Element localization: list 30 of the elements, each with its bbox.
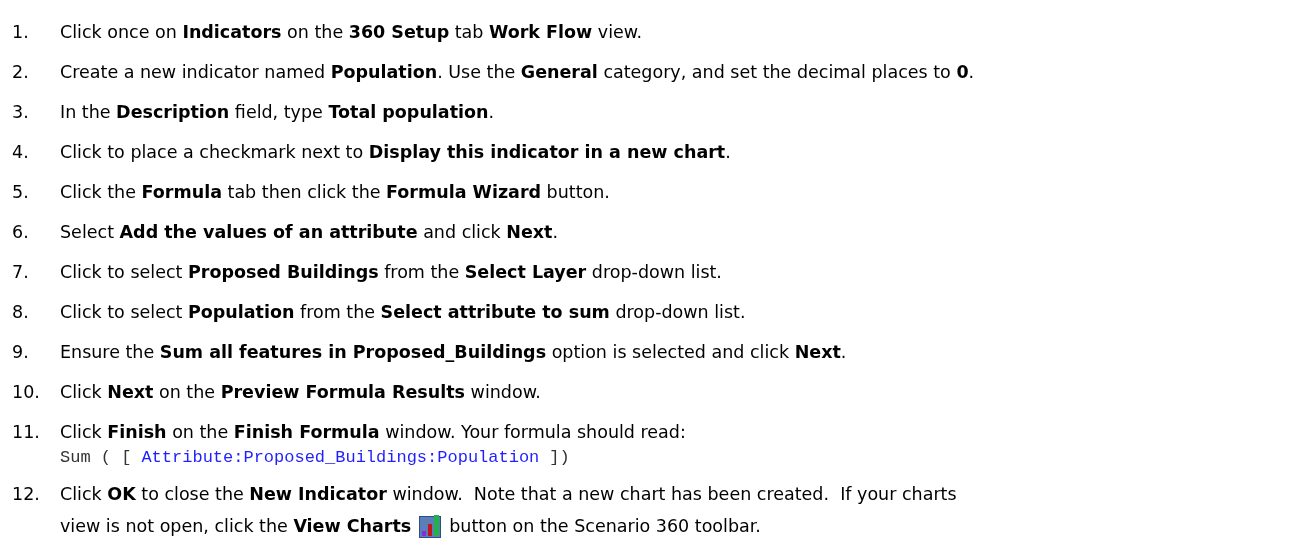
step-number: 5. <box>12 181 30 204</box>
step-text: In the Description field, type Total population. <box>60 101 496 124</box>
bar-chart-icon <box>419 514 442 538</box>
step-text: Click OK to close the New Indicator window. Note that a new chart has been created. If your charts <box>60 483 958 506</box>
step-number: 10. <box>12 381 41 404</box>
step-number: 3. <box>12 101 30 124</box>
step-text: Click once on Indicators on the 360 Setup tab Work Flow view. <box>60 21 644 44</box>
step-text: Click Finish on the Finish Formula window. Your formula should read: <box>60 421 687 444</box>
step-text: view is not open, click the View Charts <box>60 515 412 538</box>
step-number: 2. <box>12 61 30 84</box>
step-number: 12. <box>12 483 41 506</box>
formula-text: ]) <box>549 448 570 468</box>
step-text: Click to select Proposed Buildings from the Select Layer drop-down list. <box>60 261 723 284</box>
step-number: 4. <box>12 141 30 164</box>
step-text: Select Add the values of an attribute and click Next. <box>60 221 560 244</box>
step-text: Create a new indicator named Population. Use the General category, and set the decimal places to 0. <box>60 61 976 84</box>
step-text: Click Next on the Preview Formula Results window. <box>60 381 542 404</box>
step-number: 11. <box>12 421 41 444</box>
step-number: 1. <box>12 21 30 44</box>
step-number: 9. <box>12 341 30 364</box>
step-text: Ensure the Sum all features in Proposed_Buildings option is selected and click Next. <box>60 341 848 364</box>
step-text: Click the Formula tab then click the Formula Wizard button. <box>60 181 611 204</box>
formula-reference: Attribute:Proposed_Buildings:Population <box>141 448 540 468</box>
step-number: 8. <box>12 301 30 324</box>
step-text: Click to select Population from the Select attribute to sum drop-down list. <box>60 301 747 324</box>
step-text: button on the Scenario 360 toolbar. <box>449 515 761 538</box>
step-number: 6. <box>12 221 30 244</box>
step-number: 7. <box>12 261 30 284</box>
step-text: Click to place a checkmark next to Display this indicator in a new chart. <box>60 141 732 164</box>
formula-text: Sum ( [ <box>60 448 132 468</box>
